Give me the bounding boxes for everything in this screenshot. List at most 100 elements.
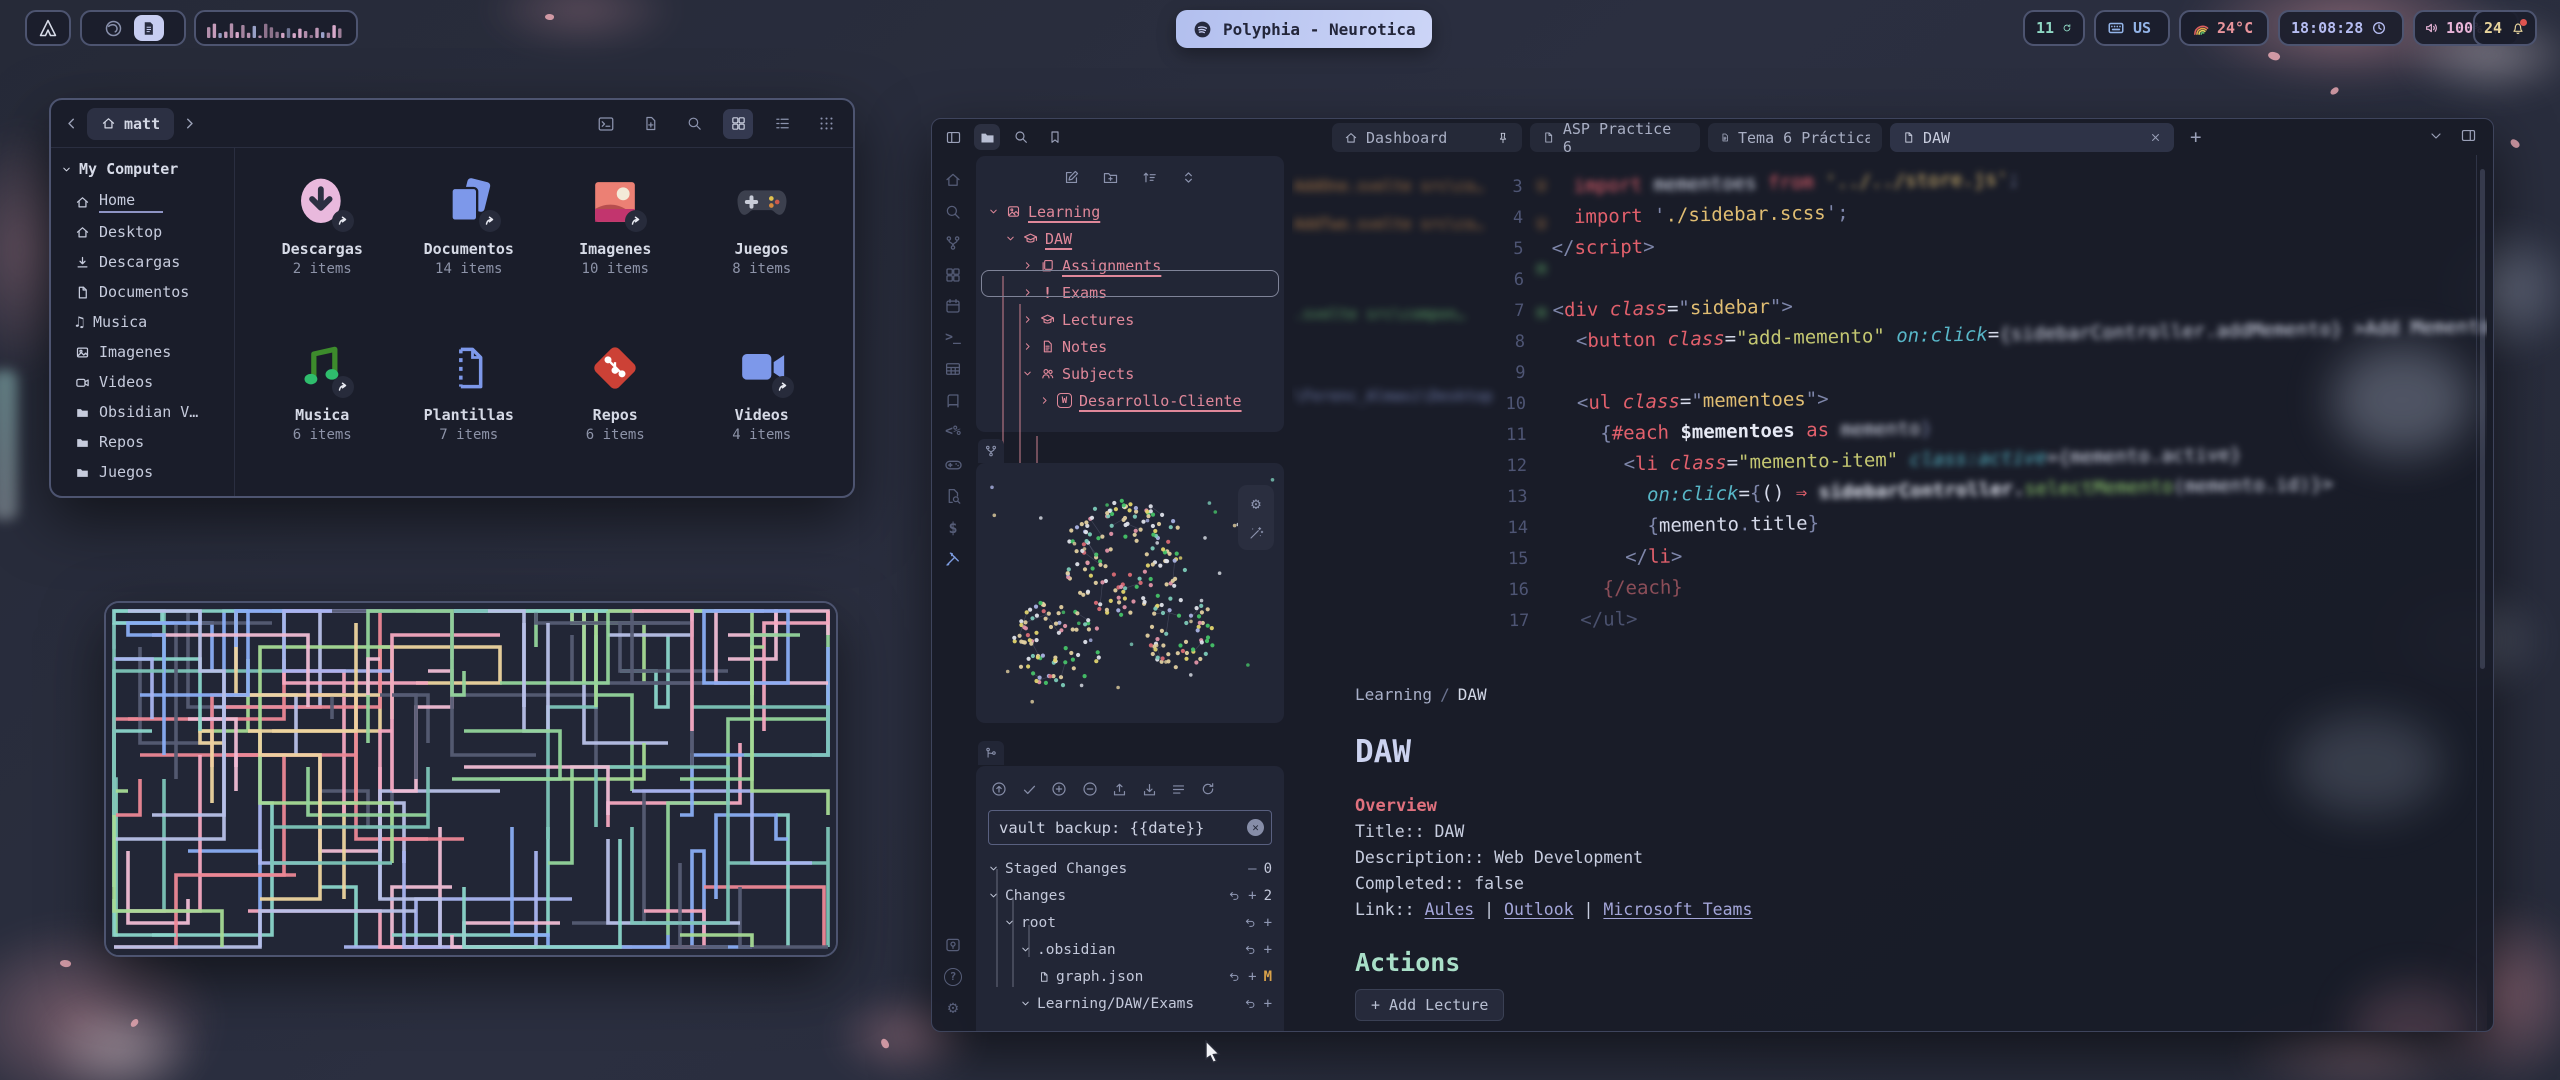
new-tab-button[interactable]: + [2190, 126, 2201, 148]
file-search-ribbon-icon[interactable] [944, 487, 962, 505]
stage-icon[interactable]: + [1264, 942, 1272, 958]
folder-plantillas[interactable]: Plantillas 7 items [396, 328, 543, 494]
git-row-root[interactable]: root + [988, 909, 1284, 936]
tree-item-subjects[interactable]: Subjects [986, 360, 1276, 387]
folder-repos[interactable]: Repos 6 items [542, 328, 689, 494]
refresh-git-icon[interactable] [1200, 781, 1216, 797]
terminal-ribbon-icon[interactable]: >_ [945, 329, 961, 347]
stage-icon[interactable]: + [1248, 888, 1256, 904]
tray-keyboard-pill[interactable]: US [2094, 10, 2170, 46]
grid-view-button[interactable] [723, 109, 753, 139]
home-ribbon-icon[interactable] [944, 171, 962, 189]
new-folder-icon[interactable] [1102, 169, 1119, 186]
bookmarks-tab-icon[interactable] [1042, 124, 1068, 150]
sidebar-item-musica[interactable]: ♫Musica [61, 307, 224, 337]
sidebar-item-desktop[interactable]: Desktop [61, 217, 224, 247]
graph-settings-gear-icon[interactable]: ⚙ [1251, 494, 1261, 513]
tab-tema-6-practicas[interactable]: Tema 6 Prácticas -… [1708, 123, 1882, 152]
active-app-chip[interactable] [134, 15, 164, 41]
folder-videos[interactable]: Videos 4 items [689, 328, 836, 494]
help-icon[interactable]: ? [944, 968, 962, 986]
sidebar-item-documentos[interactable]: Documentos [61, 277, 224, 307]
tab-daw[interactable]: DAW [1890, 123, 2174, 152]
open-terminal-button[interactable] [591, 109, 621, 139]
tree-item-daw[interactable]: DAW [986, 225, 1276, 252]
graph-panel-tab-icon[interactable] [978, 439, 1004, 463]
list-view-button[interactable] [767, 109, 797, 139]
undo-icon[interactable] [1228, 889, 1241, 902]
folder-imagenes[interactable]: Imagenes 10 items [542, 162, 689, 328]
toggle-right-sidebar-icon[interactable] [2460, 127, 2477, 148]
note-breadcrumb[interactable]: Learning/DAW [1355, 685, 2447, 704]
sidebar-item-home[interactable]: Home [61, 187, 224, 217]
tab-dashboard[interactable]: Dashboard [1332, 123, 1522, 152]
music-player-pill[interactable]: Polyphia - Neurotica [1176, 10, 1432, 48]
git-panel-tab-icon[interactable] [978, 741, 1004, 765]
editor-pane[interactable]: AddOne.svelte src\co…U AddTwo.svelte src… [1292, 155, 2487, 1031]
tray-clock-pill[interactable]: 18:08:28 [2278, 10, 2404, 46]
collapse-all-icon[interactable] [1180, 169, 1197, 186]
graph-wand-icon[interactable] [1248, 525, 1264, 541]
new-note-icon[interactable] [1063, 169, 1080, 186]
tree-item-learning[interactable]: Learning [986, 198, 1276, 225]
clear-commit-message-icon[interactable]: ✕ [1247, 819, 1264, 836]
undo-icon[interactable] [1244, 997, 1257, 1010]
sidebar-root[interactable]: My Computer [61, 160, 224, 178]
tree-item-lectures[interactable]: Lectures [986, 306, 1276, 333]
vault-switcher-icon[interactable] [944, 936, 962, 954]
link-outlook[interactable]: Outlook [1504, 900, 1574, 919]
code-ribbon-icon[interactable]: <% [945, 423, 961, 441]
link-microsoft-teams[interactable]: Microsoft Teams [1603, 900, 1752, 919]
close-icon[interactable] [2149, 131, 2162, 144]
search-ribbon-icon[interactable] [944, 203, 962, 221]
compact-view-button[interactable] [811, 109, 841, 139]
stage-icon[interactable]: + [1264, 996, 1272, 1012]
tab-asp-practice-6[interactable]: ASP Practice 6 [1530, 123, 1700, 152]
new-file-button[interactable] [635, 109, 665, 139]
commit-and-push-icon[interactable] [990, 780, 1008, 798]
sort-order-icon[interactable] [1141, 169, 1158, 186]
tray-weather-pill[interactable]: 24°C [2179, 10, 2269, 46]
commit-icon[interactable] [1021, 781, 1038, 798]
sidebar-item-obsidian-vault[interactable]: Obsidian V… [61, 397, 224, 427]
currency-ribbon-icon[interactable]: $ [948, 519, 957, 537]
launcher-pill[interactable] [25, 10, 71, 46]
git-row-staged-changes[interactable]: Staged Changes —0 [988, 855, 1284, 882]
discard-icon[interactable]: — [1248, 861, 1256, 877]
calendar-ribbon-icon[interactable] [944, 297, 962, 315]
sidebar-item-descargas[interactable]: Descargas [61, 247, 224, 277]
book-ribbon-icon[interactable] [944, 392, 962, 410]
sidebar-item-videos[interactable]: Videos [61, 367, 224, 397]
folder-juegos[interactable]: Juegos 8 items [689, 162, 836, 328]
folder-descargas[interactable]: Descargas 2 items [249, 162, 396, 328]
stage-icon[interactable]: + [1248, 969, 1256, 985]
search-button[interactable] [679, 109, 709, 139]
location-breadcrumb[interactable]: matt [87, 108, 174, 140]
tray-updates-pill[interactable]: 11 [2023, 10, 2085, 46]
firefox-icon[interactable] [103, 18, 124, 39]
gamepad-ribbon-icon[interactable] [944, 455, 963, 474]
folder-documentos[interactable]: Documentos 14 items [396, 162, 543, 328]
undo-icon[interactable] [1228, 970, 1241, 983]
git-row-obsidian-dir[interactable]: .obsidian + [988, 936, 1284, 963]
files-tab-icon[interactable] [974, 124, 1000, 150]
git-row-changes[interactable]: Changes +2 [988, 882, 1284, 909]
toggle-left-sidebar-icon[interactable] [940, 124, 966, 150]
folder-musica[interactable]: Musica 6 items [249, 328, 396, 494]
stage-all-icon[interactable] [1050, 780, 1068, 798]
commit-message-input[interactable] [988, 810, 1272, 845]
tree-item-desarrollo-cliente[interactable]: W Desarrollo-Cliente [986, 387, 1276, 414]
back-button[interactable] [63, 115, 80, 132]
undo-icon[interactable] [1244, 916, 1257, 929]
tray-bell-pill[interactable]: 24 [2473, 10, 2537, 46]
stage-icon[interactable]: + [1264, 915, 1272, 931]
search-tab-icon[interactable] [1008, 124, 1034, 150]
graph-ribbon-icon[interactable] [944, 234, 962, 252]
sidebar-item-imagenes[interactable]: Imagenes [61, 337, 224, 367]
sidebar-item-repos[interactable]: Repos [61, 427, 224, 457]
editor-scrollbar[interactable] [2480, 169, 2485, 669]
sidebar-item-juegos[interactable]: Juegos [61, 457, 224, 487]
tree-item-notes[interactable]: Notes [986, 333, 1276, 360]
settings-gear-icon[interactable]: ⚙ [948, 999, 958, 1017]
layout-grid-ribbon-icon[interactable] [944, 266, 962, 284]
